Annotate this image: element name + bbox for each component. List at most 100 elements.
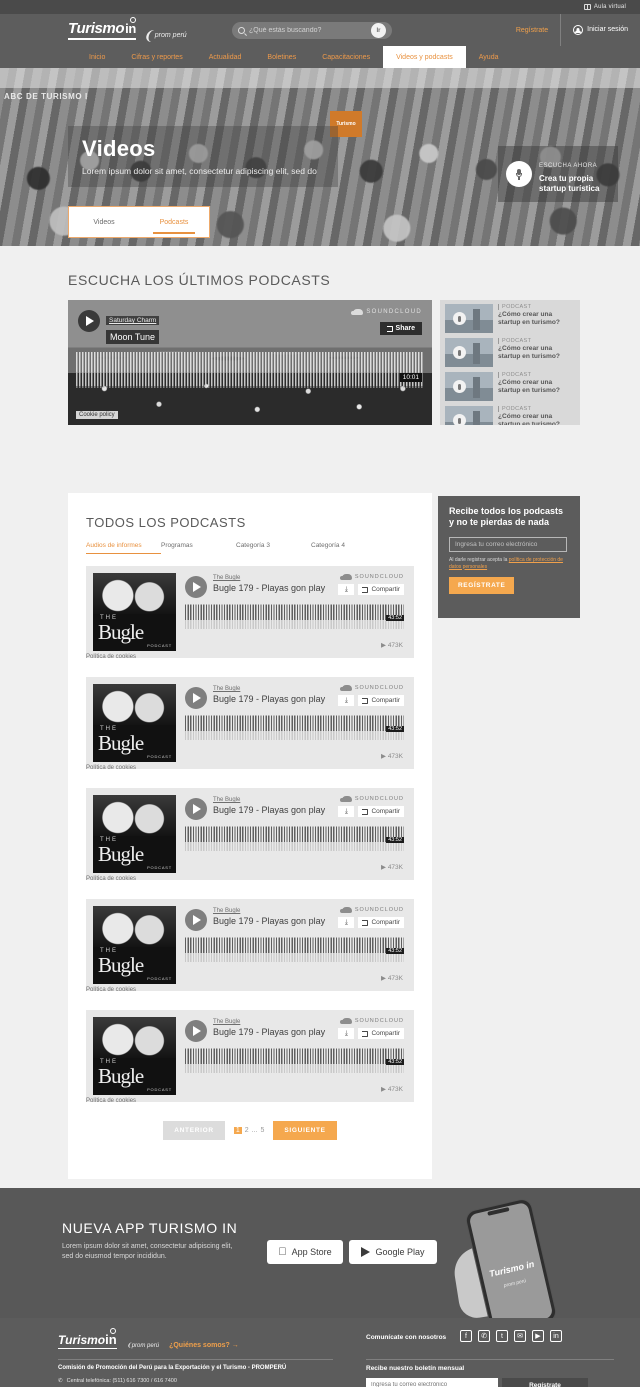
- facebook-icon[interactable]: f: [460, 1330, 472, 1342]
- download-button[interactable]: ⤓: [338, 806, 355, 817]
- share-icon: [362, 808, 369, 815]
- nav-item-inicio[interactable]: Inicio: [76, 46, 118, 68]
- pagination-page-5[interactable]: 5: [260, 1127, 264, 1134]
- tab-podcasts[interactable]: Podcasts: [139, 219, 209, 234]
- newsletter-email-input[interactable]: [449, 537, 567, 552]
- download-button[interactable]: ⤓: [338, 917, 355, 928]
- podcast-card[interactable]: THE Bugle PODCAST The Bugle Bugle 179 - …: [86, 788, 414, 882]
- footer-quienes-somos-link[interactable]: ¿Quiénes somos? →: [169, 1342, 239, 1349]
- logo-in: in: [125, 17, 136, 36]
- podcast-user-link[interactable]: The Bugle: [213, 686, 240, 692]
- artwork-faces: [93, 906, 176, 947]
- tab-videos[interactable]: Videos: [69, 219, 139, 226]
- playlist-item[interactable]: PODCAST ¿Cómo crear una startup en turis…: [445, 406, 575, 425]
- register-link[interactable]: Regístrate: [504, 14, 560, 46]
- podcast-card[interactable]: THE Bugle PODCAST The Bugle Bugle 179 - …: [86, 677, 414, 771]
- listen-kicker: ESCUCHA AHORA: [539, 163, 598, 169]
- share-button[interactable]: Compartir: [358, 917, 404, 928]
- waveform-mirror: [185, 731, 404, 740]
- login-button[interactable]: Iniciar sesión: [560, 14, 640, 46]
- playlist-item[interactable]: PODCAST ¿Cómo crear una startup en turis…: [445, 372, 575, 401]
- podcast-card-body: The Bugle Bugle 179 - Playas gon play SO…: [86, 906, 407, 993]
- whatsapp-icon[interactable]: ✆: [478, 1330, 490, 1342]
- playlist-item[interactable]: PODCAST ¿Cómo crear una startup en turis…: [445, 338, 575, 367]
- footer-newsletter-button[interactable]: Regístrate: [502, 1378, 588, 1387]
- tab-programas[interactable]: Programas: [161, 542, 236, 554]
- app-store-button[interactable]:  App Store: [267, 1240, 343, 1264]
- mail-icon[interactable]: ✉: [514, 1330, 526, 1342]
- nav-item-actualidad[interactable]: Actualidad: [196, 46, 255, 68]
- podcast-artwork: THE Bugle PODCAST: [93, 906, 176, 984]
- playlist-item-text: PODCAST ¿Cómo crear una startup en turis…: [498, 338, 575, 367]
- footer-newsletter-input[interactable]: [366, 1378, 498, 1387]
- tab-categoria-4[interactable]: Categoría 4: [311, 542, 386, 554]
- playlist-sidebar[interactable]: PODCAST ¿Cómo crear una startup en turis…: [440, 300, 580, 425]
- google-play-icon: [361, 1247, 371, 1257]
- share-icon: [362, 919, 369, 926]
- newsletter-register-button[interactable]: REGÍSTRATE: [449, 577, 515, 594]
- google-play-button[interactable]: Google Play: [349, 1240, 437, 1264]
- aula-virtual-link[interactable]: Aula virtual: [583, 4, 626, 10]
- tab-audios-de-informes[interactable]: Audios de informes: [86, 542, 161, 554]
- cookie-policy-link[interactable]: Política de cookies: [86, 654, 136, 660]
- player-user-link[interactable]: Saturday Charm: [106, 316, 160, 325]
- nav-item-cifras[interactable]: Cifras y reportes: [118, 46, 195, 68]
- footer-logo[interactable]: Turismoin: [58, 1332, 117, 1349]
- nav-item-videos-podcasts[interactable]: Videos y podcasts: [383, 46, 466, 68]
- brand-logo[interactable]: Turismo in ❨ prom perú: [68, 17, 187, 42]
- waveform-mirror: [185, 842, 404, 851]
- pagination-next-button[interactable]: SIGUIENTE: [273, 1121, 337, 1140]
- newsletter-title: Recibe todos los podcasts y no te pierda…: [449, 506, 564, 527]
- podcast-user-link[interactable]: The Bugle: [213, 1019, 240, 1025]
- podcast-duration: 43:52: [386, 948, 404, 954]
- share-button[interactable]: Compartir: [358, 695, 404, 706]
- cookie-policy-link[interactable]: Política de cookies: [86, 1098, 136, 1104]
- download-button[interactable]: ⤓: [338, 695, 355, 706]
- search-input[interactable]: [249, 27, 367, 34]
- cookie-policy-link[interactable]: Política de cookies: [86, 765, 136, 771]
- cookie-policy-link[interactable]: Política de cookies: [86, 987, 136, 993]
- play-button[interactable]: [185, 909, 207, 931]
- podcast-user-link[interactable]: The Bugle: [213, 797, 240, 803]
- play-button[interactable]: [185, 1020, 207, 1042]
- share-button[interactable]: Compartir: [358, 1028, 404, 1039]
- search-box[interactable]: Ir: [232, 22, 392, 39]
- download-button[interactable]: ⤓: [338, 584, 355, 595]
- playlist-item[interactable]: PODCAST ¿Cómo crear una startup en turis…: [445, 304, 575, 333]
- cookie-policy-link[interactable]: Cookie policy: [76, 411, 118, 419]
- nav-item-capacitaciones[interactable]: Capacitaciones: [309, 46, 383, 68]
- artwork-name-label: Bugle: [98, 730, 144, 755]
- linkedin-icon[interactable]: in: [550, 1330, 562, 1342]
- nav-item-ayuda[interactable]: Ayuda: [466, 46, 512, 68]
- soundcloud-label: SOUNDCLOUD: [354, 685, 404, 691]
- pagination-prev-button[interactable]: ANTERIOR: [163, 1121, 225, 1140]
- nav-item-boletines[interactable]: Boletines: [254, 46, 309, 68]
- podcast-card[interactable]: THE Bugle PODCAST The Bugle Bugle 179 - …: [86, 1010, 414, 1104]
- share-label: Compartir: [371, 697, 400, 704]
- podcast-card[interactable]: THE Bugle PODCAST The Bugle Bugle 179 - …: [86, 899, 414, 993]
- listen-now-card[interactable]: ESCUCHA AHORA Crea tu propia startup tur…: [498, 146, 618, 202]
- download-button[interactable]: ⤓: [338, 1028, 355, 1039]
- soundcloud-featured-player[interactable]: Saturday Charm Moon Tune SOUNDCLOUD Shar…: [68, 300, 432, 425]
- footer-organization: Comisión de Promoción del Perú para la E…: [58, 1365, 287, 1371]
- share-button[interactable]: Share: [379, 322, 422, 335]
- tab-categoria-3[interactable]: Categoría 3: [236, 542, 311, 554]
- pagination-page-1[interactable]: 1: [233, 1127, 242, 1134]
- share-button[interactable]: Compartir: [358, 584, 404, 595]
- search-submit-button[interactable]: Ir: [371, 23, 386, 38]
- cookie-policy-link[interactable]: Política de cookies: [86, 876, 136, 882]
- logo-word: Turismo: [68, 20, 125, 37]
- podcast-user-link[interactable]: The Bugle: [213, 575, 240, 581]
- podcast-card[interactable]: THE Bugle PODCAST The Bugle Bugle 179 - …: [86, 566, 414, 660]
- play-button[interactable]: [185, 576, 207, 598]
- youtube-icon[interactable]: ▶: [532, 1330, 544, 1342]
- podcast-track-title: Bugle 179 - Playas gon play: [213, 916, 326, 926]
- podcast-user-link[interactable]: The Bugle: [213, 908, 240, 914]
- play-button[interactable]: [78, 310, 100, 332]
- pagination-page-2[interactable]: 2: [245, 1127, 249, 1134]
- play-button[interactable]: [185, 798, 207, 820]
- twitter-icon[interactable]: t: [496, 1330, 508, 1342]
- play-button[interactable]: [185, 687, 207, 709]
- share-label: Compartir: [371, 919, 400, 926]
- share-button[interactable]: Compartir: [358, 806, 404, 817]
